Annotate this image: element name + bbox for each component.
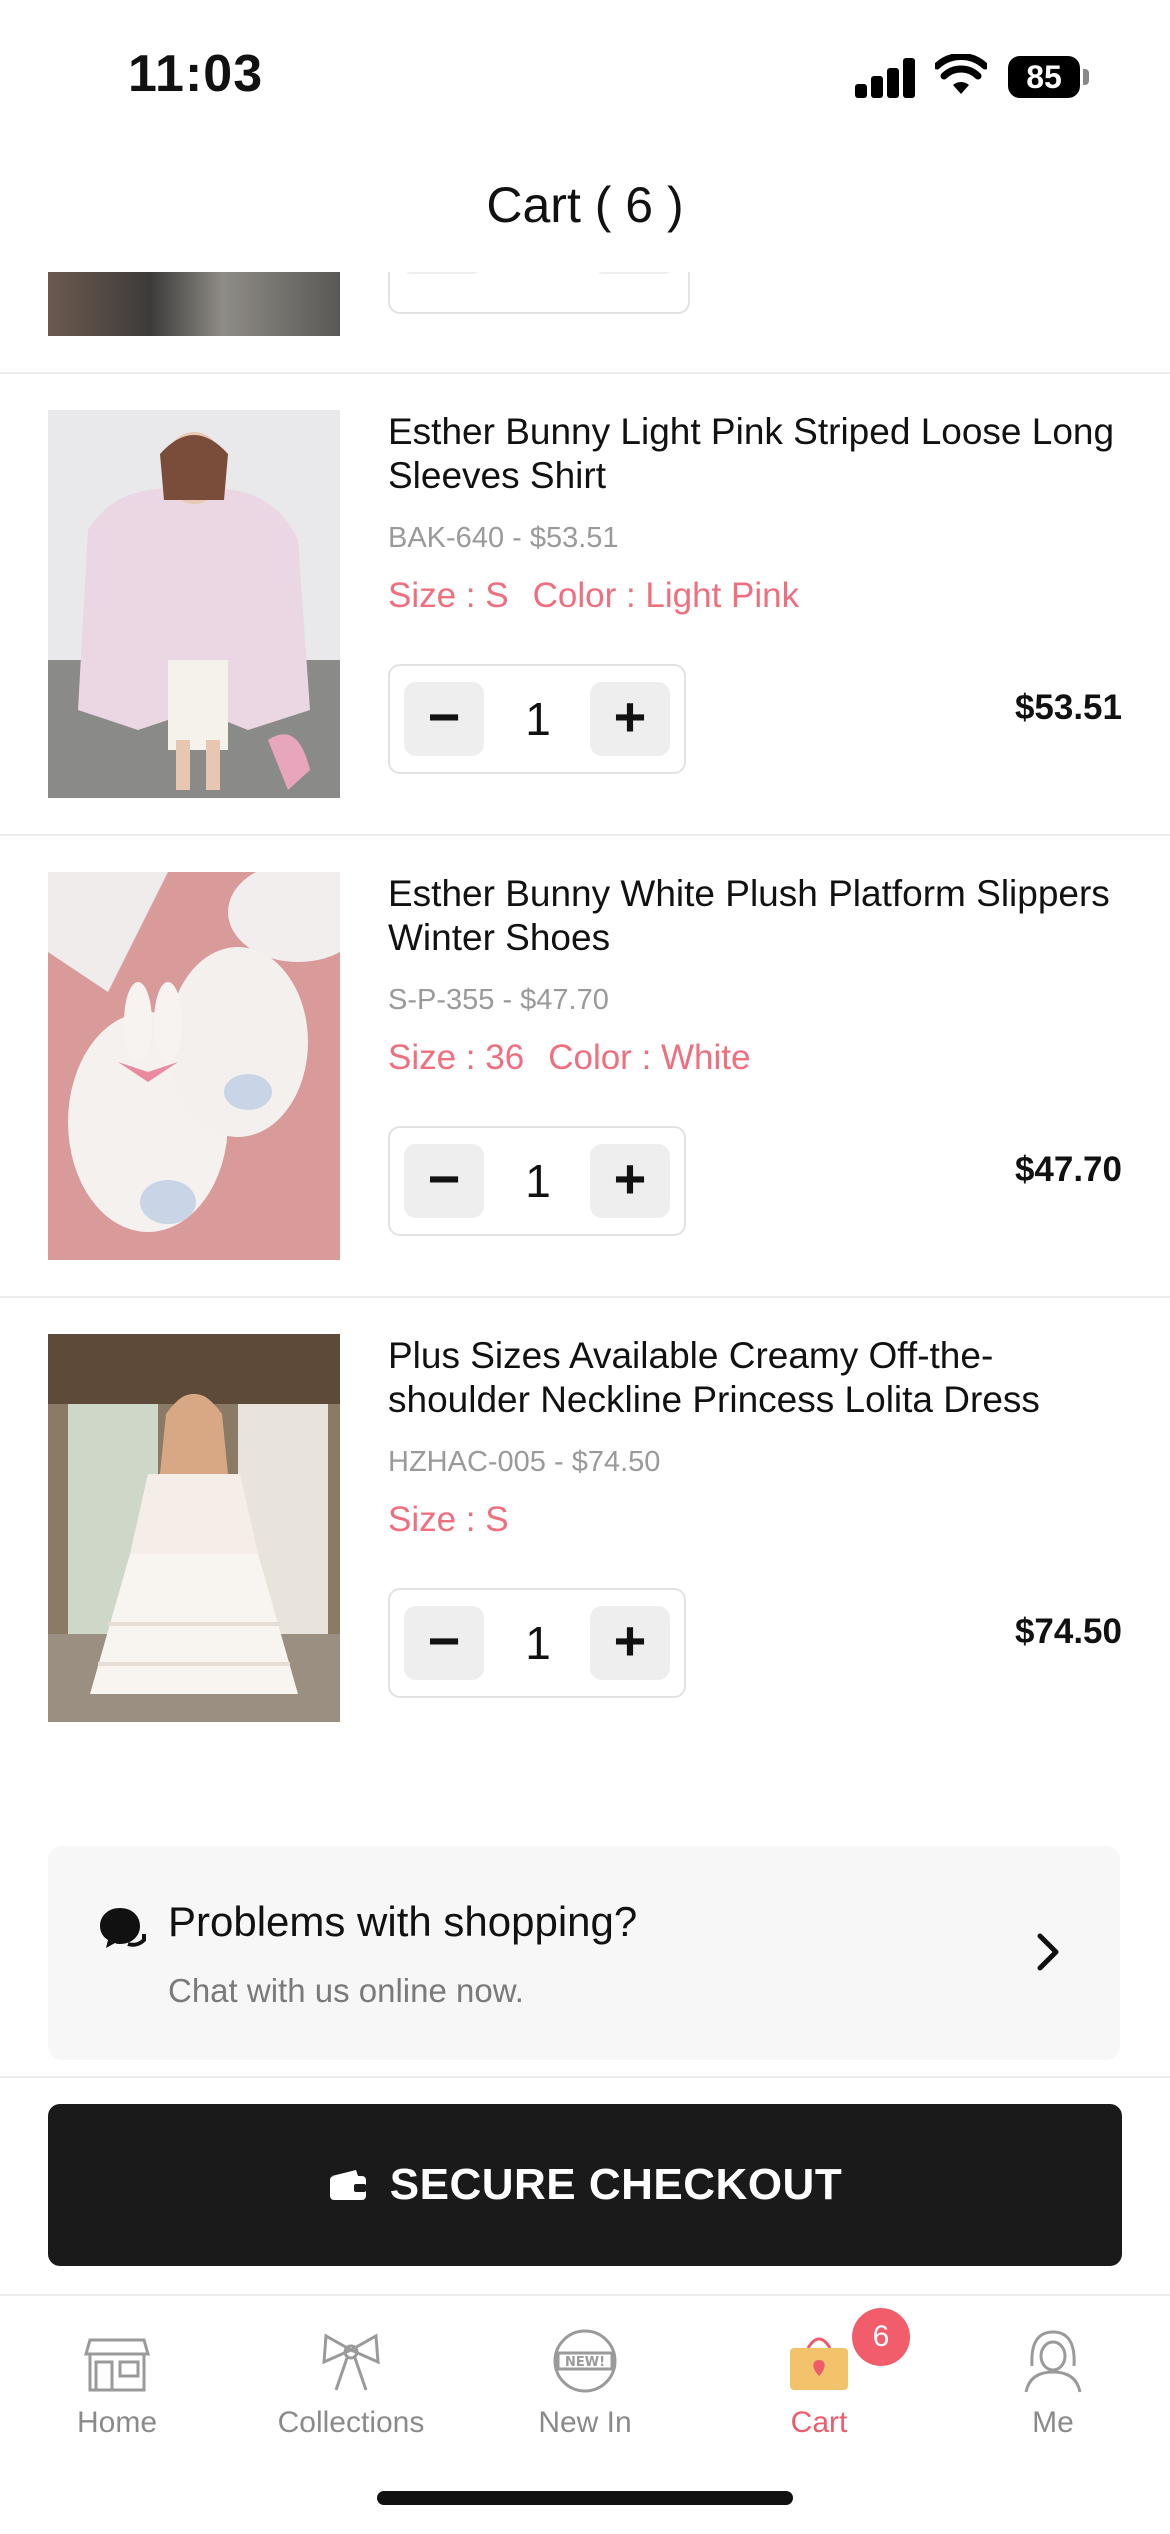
- increase-quantity-button[interactable]: [594, 272, 674, 274]
- product-attributes[interactable]: Size : 36 Color : White: [388, 1038, 774, 1078]
- wallet-icon: [329, 2170, 366, 2200]
- cart-item-list[interactable]: Esther Bunny Light Pink Striped Loose Lo…: [0, 272, 1170, 1802]
- increase-quantity-button[interactable]: +: [590, 682, 670, 756]
- new-badge-icon: NEW!: [553, 2329, 617, 2393]
- decrease-quantity-button[interactable]: −: [404, 682, 484, 756]
- decrease-quantity-button[interactable]: [402, 272, 482, 274]
- tab-label: Me: [1032, 2406, 1074, 2439]
- chevron-right-icon[interactable]: [1034, 1930, 1062, 1974]
- quantity-stepper: − 1 +: [388, 664, 686, 774]
- quantity-stepper: − 1 +: [388, 1588, 686, 1698]
- wifi-icon: [935, 54, 987, 94]
- product-size: Size : S: [388, 1500, 509, 1539]
- item-total-price: $53.51: [1014, 688, 1122, 727]
- item-total-price: $74.50: [1014, 1612, 1122, 1651]
- product-name[interactable]: Plus Sizes Available Creamy Off-the-shou…: [388, 1334, 1128, 1422]
- storefront-icon: [84, 2338, 150, 2392]
- tab-label: New In: [538, 2406, 632, 2439]
- tab-home[interactable]: Home: [0, 2296, 234, 2446]
- decrease-quantity-button[interactable]: −: [404, 1144, 484, 1218]
- home-indicator[interactable]: [377, 2491, 793, 2505]
- cellular-signal-icon: [855, 58, 917, 98]
- bow-icon: [322, 2333, 380, 2391]
- tab-label: Collections: [277, 2406, 425, 2439]
- quantity-value[interactable]: 1: [486, 1144, 590, 1218]
- status-time: 11:03: [128, 45, 264, 103]
- product-image[interactable]: [48, 272, 340, 336]
- product-attributes[interactable]: Size : S: [388, 1500, 533, 1540]
- item-total-price: $47.70: [1014, 1150, 1122, 1189]
- profile-icon: [1024, 2330, 1082, 2393]
- product-image[interactable]: [48, 1334, 340, 1722]
- product-sku-price: S-P-355 - $47.70: [388, 984, 609, 1016]
- quantity-value[interactable]: 1: [486, 682, 590, 756]
- tab-collections[interactable]: Collections: [234, 2296, 468, 2446]
- tab-new-in[interactable]: NEW! New In: [468, 2296, 702, 2446]
- product-color: Color : Light Pink: [532, 576, 800, 615]
- product-image[interactable]: [48, 872, 340, 1260]
- tab-me[interactable]: Me: [936, 2296, 1170, 2446]
- product-name[interactable]: Esther Bunny White Plush Platform Slippe…: [388, 872, 1128, 960]
- quantity-value[interactable]: 1: [486, 1606, 590, 1680]
- product-size: Size : S: [388, 576, 509, 615]
- product-sku-price: BAK-640 - $53.51: [388, 522, 619, 554]
- cart-item[interactable]: Plus Sizes Available Creamy Off-the-shou…: [0, 1296, 1170, 1760]
- page-title: Cart ( 6 ): [486, 177, 684, 233]
- quantity-stepper: [388, 272, 690, 314]
- cart-item[interactable]: Esther Bunny Light Pink Striped Loose Lo…: [0, 372, 1170, 836]
- product-attributes[interactable]: Size : S Color : Light Pink: [388, 576, 823, 616]
- product-image[interactable]: [48, 410, 340, 798]
- tab-label: Cart: [790, 2406, 848, 2439]
- status-bar: 11:03 85: [0, 0, 1170, 140]
- help-title: Problems with shopping?: [168, 1898, 638, 1945]
- battery-icon: 85: [1008, 56, 1089, 98]
- tab-label: Home: [76, 2406, 158, 2439]
- product-name[interactable]: Esther Bunny Light Pink Striped Loose Lo…: [388, 410, 1128, 498]
- divider: [0, 2076, 1170, 2078]
- tab-cart[interactable]: 6 Cart: [702, 2296, 936, 2446]
- decrease-quantity-button[interactable]: −: [404, 1606, 484, 1680]
- chat-bubble-icon: [100, 1908, 146, 1948]
- checkout-label: SECURE CHECKOUT: [389, 2160, 843, 2209]
- increase-quantity-button[interactable]: +: [590, 1606, 670, 1680]
- shopping-bag-icon: [790, 2337, 848, 2390]
- product-size: Size : 36: [388, 1038, 525, 1077]
- page-header: Cart ( 6 ): [0, 150, 1170, 270]
- increase-quantity-button[interactable]: +: [590, 1144, 670, 1218]
- chat-support-card[interactable]: Problems with shopping? Chat with us onl…: [48, 1846, 1120, 2060]
- cart-item-partial: [0, 272, 1170, 372]
- cart-item[interactable]: Esther Bunny White Plush Platform Slippe…: [0, 834, 1170, 1298]
- product-color: Color : White: [548, 1038, 751, 1077]
- product-sku-price: HZHAC-005 - $74.50: [388, 1446, 661, 1478]
- help-subtitle: Chat with us online now.: [168, 1972, 524, 2009]
- svg-text:NEW!: NEW!: [565, 2355, 605, 2370]
- quantity-stepper: − 1 +: [388, 1126, 686, 1236]
- battery-level: 85: [1008, 56, 1080, 98]
- secure-checkout-button[interactable]: SECURE CHECKOUT: [48, 2104, 1122, 2266]
- cart-count-badge: 6: [852, 2308, 910, 2366]
